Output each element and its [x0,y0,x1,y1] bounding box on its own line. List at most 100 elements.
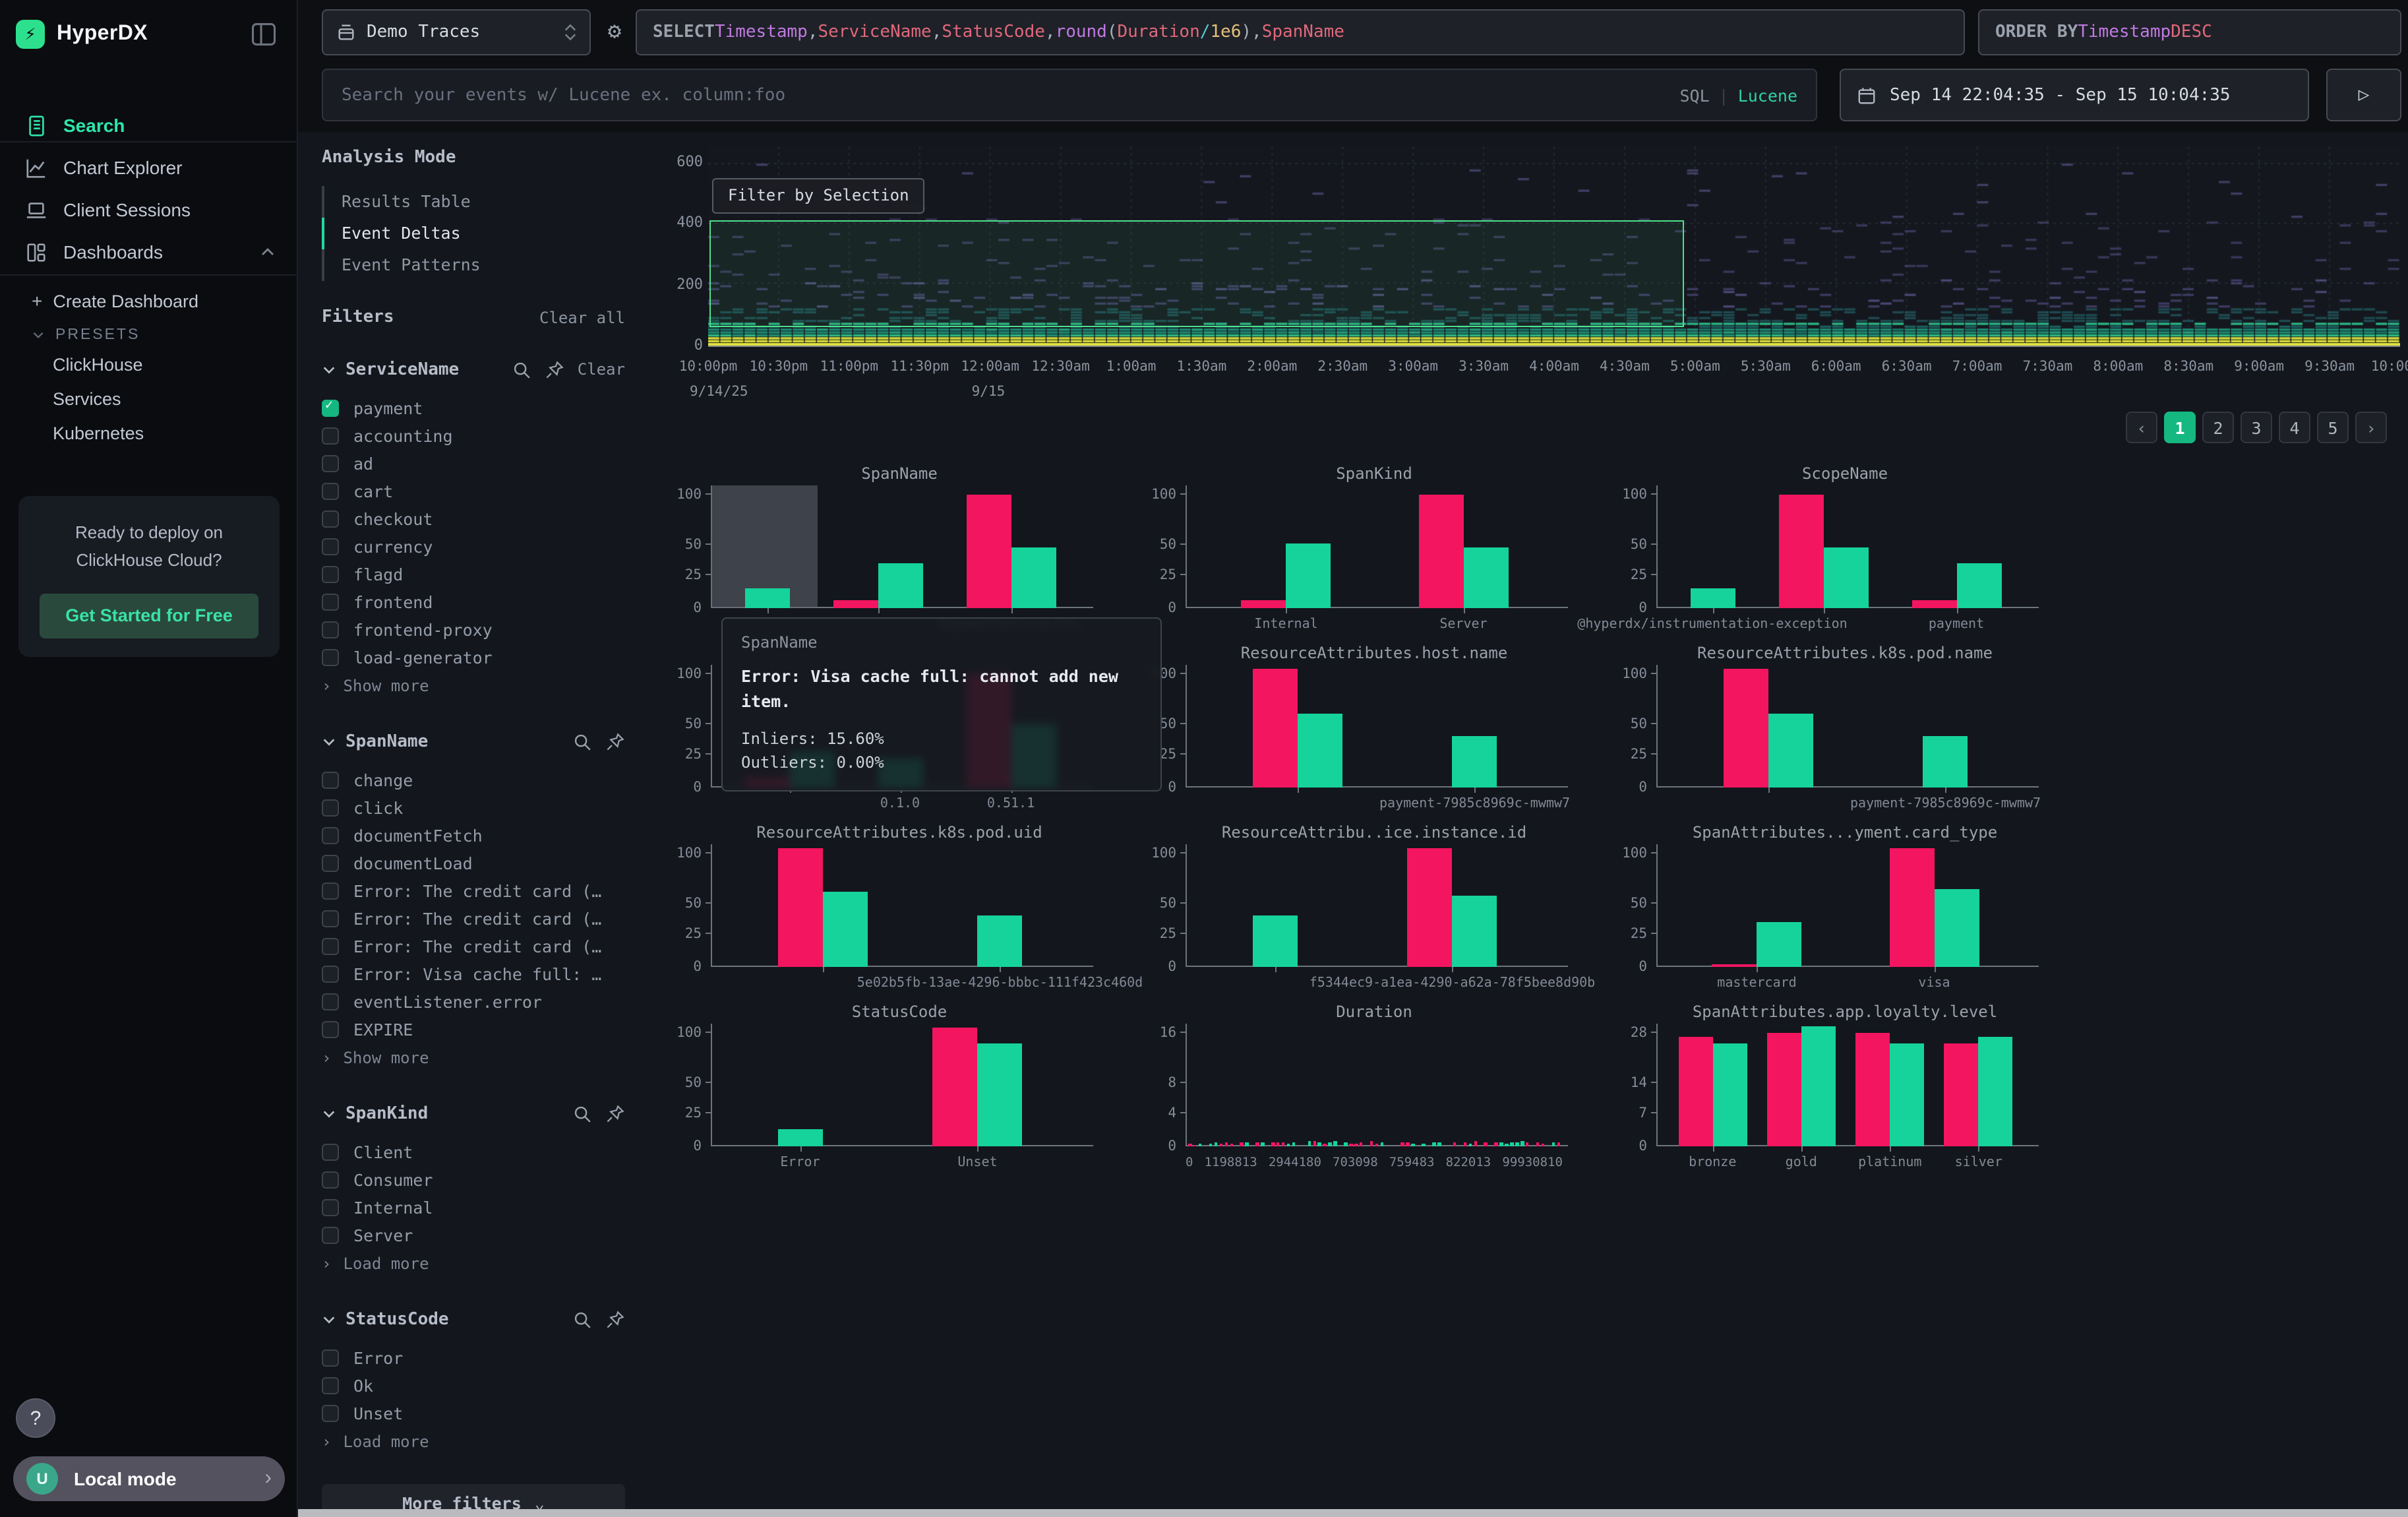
pin-icon[interactable] [605,1103,625,1123]
search-icon[interactable] [572,731,592,751]
checkbox[interactable] [322,938,339,955]
checkbox[interactable] [322,1144,339,1161]
filter-checkbox-row[interactable]: flagd [322,561,625,588]
checkbox[interactable] [322,538,339,555]
presets-toggle[interactable]: PRESETS [0,319,297,351]
sidebar-item-search[interactable]: Search [0,106,297,145]
analysis-mode-item[interactable]: Event Patterns [322,249,625,281]
filter-checkbox-row[interactable]: Ok [322,1372,625,1400]
checkbox[interactable] [322,1171,339,1189]
checkbox[interactable] [322,910,339,927]
filter-by-selection-button[interactable]: Filter by Selection [712,178,925,214]
filter-checkbox-row[interactable]: accounting [322,422,625,450]
chart-plot[interactable]: 02550100PaymentService/Ch… [711,485,1088,608]
pin-icon[interactable] [545,359,564,379]
filter-checkbox-row[interactable]: Error [322,1344,625,1372]
analysis-mode-item[interactable]: Event Deltas [322,218,625,249]
search-icon[interactable] [572,1103,592,1123]
checkbox[interactable] [322,621,339,638]
checkbox[interactable] [322,1377,339,1394]
sidebar-item-chart-explorer[interactable]: Chart Explorer [0,148,297,187]
checkbox[interactable] [322,799,339,817]
chevron-down-icon[interactable] [322,1106,336,1121]
chevron-down-icon[interactable] [322,1312,336,1326]
checkbox[interactable] [322,882,339,900]
filter-checkbox-row[interactable]: checkout [322,505,625,533]
search-icon[interactable] [512,359,531,379]
checkbox[interactable] [322,594,339,611]
checkbox[interactable] [322,855,339,872]
chart-plot[interactable]: 02550100InternalServer [1186,485,1563,608]
pin-icon[interactable] [605,731,625,751]
sql-toggle[interactable]: SQL [1679,85,1709,105]
chart-plot[interactable]: 02550100payment-7985c8969c-mwmw7 [1656,665,2033,788]
chart-plot[interactable]: 025501005e02b5fb-13ae-4296-bbbc-111f423c… [711,844,1088,967]
sidebar-item-services[interactable]: Services [0,383,297,414]
chart-plot[interactable]: 02550100payment-7985c8969c-mwmw7 [1186,665,1563,788]
run-query-button[interactable]: ▷ [2326,69,2401,121]
pin-icon[interactable] [605,1309,625,1329]
heatmap-plot[interactable]: Filter by Selection [708,146,2400,347]
filter-checkbox-row[interactable]: Client [322,1138,625,1166]
checkbox[interactable] [322,566,339,583]
filter-checkbox-row[interactable]: payment [322,394,625,422]
sql-query-editor[interactable]: SELECT Timestamp, ServiceName, StatusCod… [636,9,1965,55]
filter-checkbox-row[interactable]: currency [322,533,625,561]
filter-checkbox-row[interactable]: Error: Visa cache full: … [322,960,625,988]
checkbox[interactable] [322,1349,339,1367]
chevron-down-icon[interactable] [322,734,336,749]
horizontal-scrollbar[interactable] [298,1509,2408,1517]
filter-checkbox-row[interactable]: EXPIRE [322,1016,625,1043]
sidebar-item-clickhouse[interactable]: ClickHouse [0,348,297,380]
checkbox[interactable] [322,483,339,500]
filter-checkbox-row[interactable]: Error: The credit card (… [322,933,625,960]
filter-checkbox-row[interactable]: click [322,794,625,822]
filter-checkbox-row[interactable]: Server [322,1222,625,1249]
chart-plot[interactable]: 02550100@hyperdx/instrumentation-excepti… [1656,485,2033,608]
chart-plot[interactable]: 02550100ErrorUnset [711,1024,1088,1146]
filter-checkbox-row[interactable]: load-generator [322,644,625,671]
checkbox[interactable] [322,511,339,528]
checkbox[interactable] [322,1227,339,1244]
filter-checkbox-row[interactable]: Consumer [322,1166,625,1194]
search-input[interactable] [342,85,1679,105]
filter-section-name[interactable]: SpanKind [346,1103,428,1123]
checkbox[interactable] [322,400,339,417]
checkbox[interactable] [322,827,339,844]
filter-section-name[interactable]: SpanName [346,731,428,751]
show-more-button[interactable]: ›Show more [322,1043,625,1071]
filter-checkbox-row[interactable]: documentFetch [322,822,625,850]
sidebar-collapse-icon[interactable] [249,20,278,49]
filter-section-name[interactable]: ServiceName [346,359,459,379]
filter-checkbox-row[interactable]: frontend-proxy [322,616,625,644]
pagination-page-button[interactable]: 5 [2317,412,2349,443]
checkbox[interactable] [322,427,339,445]
filter-checkbox-row[interactable]: change [322,766,625,794]
clear-all-button[interactable]: Clear all [539,308,625,326]
checkbox[interactable] [322,993,339,1010]
checkbox[interactable] [322,772,339,789]
sidebar-item-client-sessions[interactable]: Client Sessions [0,190,297,230]
filter-checkbox-row[interactable]: eventListener.error [322,988,625,1016]
chevron-down-icon[interactable] [322,362,336,377]
filter-checkbox-row[interactable]: Internal [322,1194,625,1222]
clear-filter-button[interactable]: Clear [578,360,625,379]
create-dashboard-button[interactable]: + Create Dashboard [0,285,297,317]
filter-checkbox-row[interactable]: Unset [322,1400,625,1427]
chart-plot[interactable]: 02550100mastercardvisa [1656,844,2033,967]
filter-checkbox-row[interactable]: Error: The credit card (… [322,877,625,905]
checkbox[interactable] [322,1405,339,1422]
checkbox[interactable] [322,1199,339,1216]
pagination-page-button[interactable]: 3 [2241,412,2272,443]
search-icon[interactable] [572,1309,592,1329]
get-started-button[interactable]: Get Started for Free [40,593,258,638]
sidebar-item-kubernetes[interactable]: Kubernetes [0,417,297,449]
filter-checkbox-row[interactable]: documentLoad [322,850,625,877]
order-by-editor[interactable]: ORDER BY Timestamp DESC [1978,9,2401,55]
pagination-page-button[interactable]: 1 [2164,412,2196,443]
show-more-button[interactable]: ›Load more [322,1249,625,1277]
checkbox[interactable] [322,649,339,666]
checkbox[interactable] [322,1021,339,1038]
chart-plot[interactable]: 0481601198813294418070309875948382201399… [1186,1024,1563,1146]
filter-checkbox-row[interactable]: frontend [322,588,625,616]
